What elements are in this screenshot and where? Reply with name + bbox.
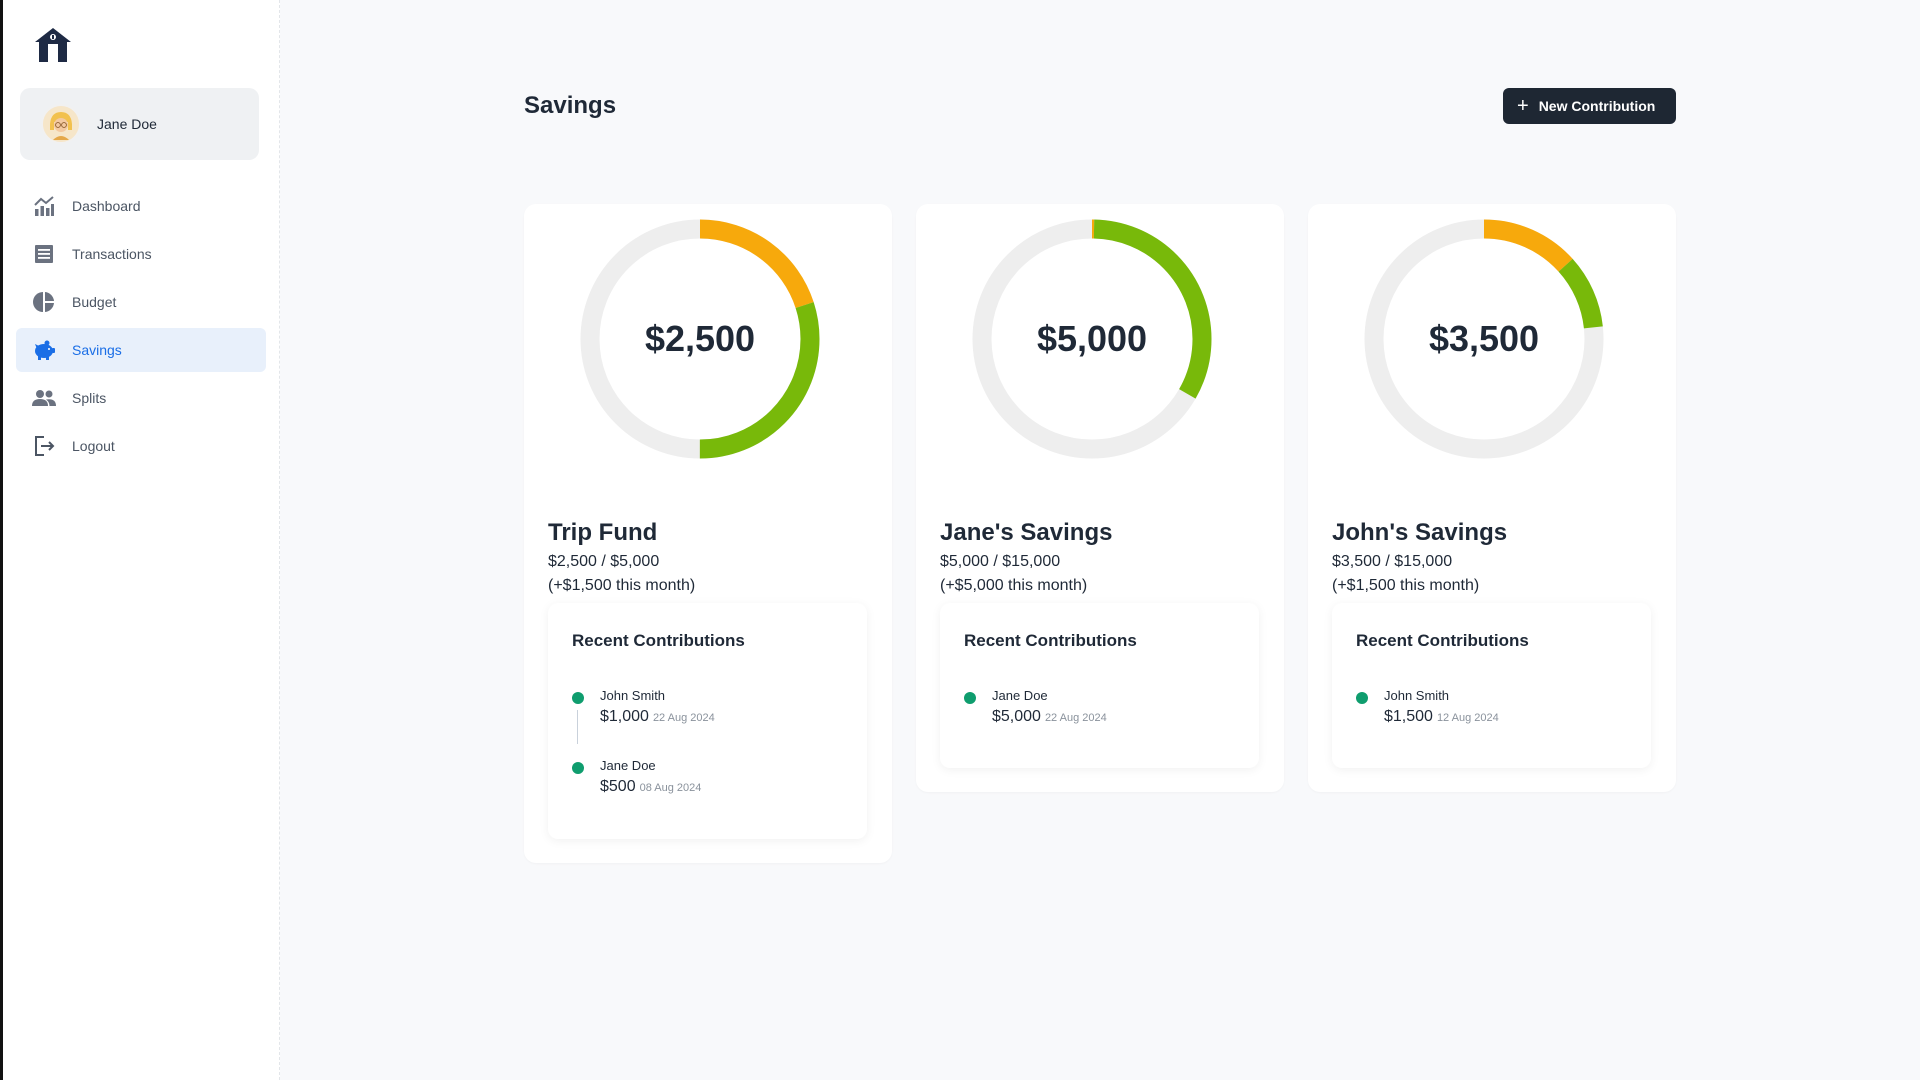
- timeline-dot: [1356, 692, 1368, 704]
- savings-total: $2,500: [644, 318, 756, 359]
- sidebar-item-label: Savings: [72, 342, 122, 358]
- contribution-date: 08 Aug 2024: [639, 782, 702, 794]
- timeline-dot: [572, 762, 584, 774]
- avatar: [41, 104, 81, 144]
- savings-total: $3,500: [1428, 318, 1540, 359]
- recent-contributions-title: Recent Contributions: [964, 631, 1137, 650]
- recent-contributions-panel: Recent Contributions Jane Doe $5,000 22 A…: [940, 603, 1259, 768]
- contribution-amount: $1,500 12 Aug 2024: [1384, 708, 1499, 726]
- new-contribution-button[interactable]: + New Contribution: [1503, 88, 1676, 124]
- contribution-amount: $1,000 22 Aug 2024: [600, 708, 715, 726]
- house-logo-icon[interactable]: [33, 26, 73, 64]
- savings-total: $5,000: [1036, 318, 1148, 359]
- pie-icon: [32, 290, 56, 314]
- sidebar-item-dashboard[interactable]: Dashboard: [16, 184, 266, 228]
- fund-progress: $2,500 / $5,000: [548, 553, 660, 570]
- fund-monthly-change: (+$5,000 this month): [940, 577, 1088, 594]
- fund-name: John's Savings: [1332, 519, 1508, 546]
- fund-name: Trip Fund: [548, 519, 658, 546]
- piggy-bank-icon: [32, 338, 56, 362]
- contributor-name: John Smith: [1384, 688, 1450, 703]
- sidebar-item-splits[interactable]: Splits: [16, 376, 266, 420]
- contribution-date: 22 Aug 2024: [1044, 712, 1107, 724]
- sidebar-item-label: Transactions: [72, 246, 152, 262]
- amount-value: $1,500: [1384, 708, 1433, 725]
- fund-progress: $5,000 / $15,000: [940, 553, 1061, 570]
- sidebar-item-label: Splits: [72, 390, 107, 406]
- fund-monthly-change: (+$1,500 this month): [1332, 577, 1480, 594]
- amount-value: $5,000: [992, 708, 1041, 725]
- contribution-date: 12 Aug 2024: [1436, 712, 1499, 724]
- logout-icon: [32, 434, 56, 458]
- people-icon: [32, 386, 56, 410]
- list-icon: [32, 242, 56, 266]
- contribution-amount: $500 08 Aug 2024: [600, 778, 701, 796]
- contributor-name: Jane Doe: [992, 688, 1048, 703]
- savings-card[interactable]: $5,000 Jane's Savings $5,000 / $15,000 (…: [916, 204, 1284, 792]
- timeline-line: [577, 710, 578, 744]
- contributor-name: John Smith: [600, 688, 666, 703]
- sidebar-nav: Dashboard Transactions Budget Savings Sp…: [16, 184, 266, 472]
- fund-progress: $3,500 / $15,000: [1332, 553, 1453, 570]
- plus-icon: +: [1517, 95, 1529, 117]
- sidebar-item-label: Budget: [72, 294, 117, 310]
- savings-card[interactable]: $3,500 John's Savings $3,500 / $15,000 (…: [1308, 204, 1676, 792]
- contributor-name: Jane Doe: [600, 758, 656, 773]
- chart-icon: [32, 194, 56, 218]
- recent-contributions-title: Recent Contributions: [572, 631, 745, 650]
- page-title: Savings: [524, 92, 617, 119]
- new-contribution-label: New Contribution: [1538, 98, 1656, 114]
- contribution-amount: $5,000 22 Aug 2024: [992, 708, 1107, 726]
- fund-name: Jane's Savings: [940, 519, 1113, 546]
- recent-contributions-panel: Recent Contributions John Smith $1,500 12…: [1332, 603, 1651, 768]
- amount-value: $500: [600, 778, 636, 795]
- sidebar-item-label: Logout: [72, 438, 115, 454]
- sidebar-item-savings[interactable]: Savings: [16, 328, 266, 372]
- user-name: Jane Doe: [97, 116, 157, 132]
- sidebar-item-budget[interactable]: Budget: [16, 280, 266, 324]
- sidebar: Jane Doe Dashboard Transactions Budget S…: [3, 0, 280, 1080]
- savings-card[interactable]: $2,500 Trip Fund $2,500 / $5,000 (+$1,50…: [524, 204, 892, 863]
- amount-value: $1,000: [600, 708, 649, 725]
- sidebar-item-label: Dashboard: [72, 198, 141, 214]
- timeline-dot: [964, 692, 976, 704]
- sidebar-item-transactions[interactable]: Transactions: [16, 232, 266, 276]
- user-profile-card[interactable]: Jane Doe: [20, 88, 259, 160]
- recent-contributions-panel: Recent Contributions John Smith $1,000 22…: [548, 603, 867, 839]
- recent-contributions-title: Recent Contributions: [1356, 631, 1529, 650]
- sidebar-item-logout[interactable]: Logout: [16, 424, 266, 468]
- fund-monthly-change: (+$1,500 this month): [548, 577, 696, 594]
- timeline-dot: [572, 692, 584, 704]
- contribution-date: 22 Aug 2024: [652, 712, 715, 724]
